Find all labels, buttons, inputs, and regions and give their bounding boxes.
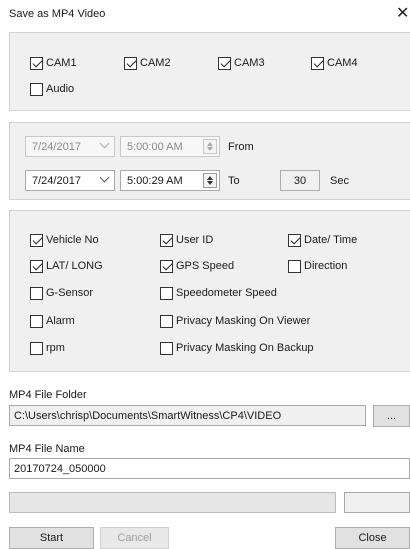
audio-label: Audio	[46, 83, 75, 95]
vehicle-no-label: Vehicle No	[46, 234, 99, 246]
checkbox-box[interactable]	[30, 82, 43, 96]
cam4-label: CAM4	[327, 57, 358, 69]
spinner-arrows-icon[interactable]	[203, 139, 217, 154]
gps-speed-label: GPS Speed	[176, 260, 235, 272]
gps-speed-checkbox[interactable]: GPS Speed	[160, 258, 234, 274]
checkbox-box[interactable]	[30, 286, 43, 300]
checkbox-box[interactable]	[124, 56, 137, 70]
g-sensor-label: G-Sensor	[46, 287, 94, 299]
checkbox-box[interactable]	[288, 259, 301, 273]
privacy-backup-checkbox[interactable]: Privacy Masking On Backup	[160, 340, 314, 356]
cancel-button[interactable]: Cancel	[100, 527, 169, 549]
direction-label: Direction	[304, 260, 348, 272]
status-box	[344, 492, 410, 513]
speedometer-speed-checkbox[interactable]: Speedometer Speed	[160, 285, 277, 301]
checkbox-box[interactable]	[288, 233, 301, 247]
checkbox-box[interactable]	[160, 286, 173, 300]
checkbox-box[interactable]	[160, 233, 173, 247]
vehicle-no-checkbox[interactable]: Vehicle No	[30, 232, 99, 248]
window-title: Save as MP4 Video	[9, 8, 106, 20]
cam3-label: CAM3	[234, 57, 265, 69]
from-time-value: 5:00:00 AM	[127, 140, 183, 153]
cam4-checkbox[interactable]: CAM4	[311, 55, 358, 71]
checkbox-box[interactable]	[218, 56, 231, 70]
progress-bar	[9, 492, 336, 513]
from-label: From	[228, 141, 254, 153]
checkbox-box[interactable]	[160, 341, 173, 355]
speedometer-speed-label: Speedometer Speed	[176, 287, 277, 299]
direction-checkbox[interactable]: Direction	[288, 258, 347, 274]
time-range-panel: 7/24/2017 5:00:00 AM From 7/24/2017 5:00…	[9, 122, 410, 200]
channel-panel: CAM1 CAM2 CAM3 CAM4 Audio	[9, 32, 410, 111]
duration-unit: Sec	[330, 175, 349, 187]
cam1-checkbox[interactable]: CAM1	[30, 55, 77, 71]
from-date-picker[interactable]: 7/24/2017	[25, 136, 115, 157]
privacy-backup-label: Privacy Masking On Backup	[176, 342, 314, 354]
checkbox-box[interactable]	[30, 314, 43, 328]
browse-button[interactable]: ...	[373, 405, 410, 427]
cam2-label: CAM2	[140, 57, 171, 69]
audio-checkbox[interactable]: Audio	[30, 81, 74, 97]
checkbox-box[interactable]	[30, 56, 43, 70]
user-id-checkbox[interactable]: User ID	[160, 232, 213, 248]
to-label: To	[228, 175, 240, 187]
chevron-down-icon[interactable]	[99, 138, 110, 149]
from-time-spinner[interactable]: 5:00:00 AM	[120, 136, 220, 157]
alarm-checkbox[interactable]: Alarm	[30, 313, 75, 329]
lat-long-label: LAT/ LONG	[46, 260, 103, 272]
file-name-input[interactable]: 20170724_050000	[9, 458, 410, 479]
checkbox-box[interactable]	[160, 259, 173, 273]
title-bar: Save as MP4 Video ✕	[0, 0, 410, 28]
to-date-value: 7/24/2017	[32, 174, 81, 187]
checkbox-box[interactable]	[160, 314, 173, 328]
close-button[interactable]: Close	[335, 527, 410, 549]
checkbox-box[interactable]	[30, 341, 43, 355]
folder-path-field[interactable]: C:\Users\chrisp\Documents\SmartWitness\C…	[9, 405, 366, 426]
lat-long-checkbox[interactable]: LAT/ LONG	[30, 258, 103, 274]
spinner-arrows-icon[interactable]	[203, 173, 217, 188]
rpm-checkbox[interactable]: rpm	[30, 340, 65, 356]
to-time-spinner[interactable]: 5:00:29 AM	[120, 170, 220, 191]
close-icon[interactable]: ✕	[396, 3, 409, 23]
g-sensor-checkbox[interactable]: G-Sensor	[30, 285, 93, 301]
checkbox-box[interactable]	[311, 56, 324, 70]
start-button[interactable]: Start	[9, 527, 94, 549]
to-date-picker[interactable]: 7/24/2017	[25, 170, 115, 191]
user-id-label: User ID	[176, 234, 214, 246]
cam2-checkbox[interactable]: CAM2	[124, 55, 171, 71]
cam3-checkbox[interactable]: CAM3	[218, 55, 265, 71]
rpm-label: rpm	[46, 342, 65, 354]
folder-label: MP4 File Folder	[9, 389, 87, 401]
date-time-label: Date/ Time	[304, 234, 358, 246]
chevron-down-icon[interactable]	[99, 172, 110, 183]
duration-value: 30	[280, 170, 320, 191]
to-time-value: 5:00:29 AM	[127, 174, 183, 187]
file-name-label: MP4 File Name	[9, 443, 85, 455]
date-time-checkbox[interactable]: Date/ Time	[288, 232, 357, 248]
checkbox-box[interactable]	[30, 259, 43, 273]
overlay-options-panel: Vehicle No User ID Date/ Time LAT/ LONG …	[9, 210, 410, 372]
from-date-value: 7/24/2017	[32, 140, 81, 153]
cam1-label: CAM1	[46, 57, 77, 69]
privacy-viewer-label: Privacy Masking On Viewer	[176, 315, 311, 327]
alarm-label: Alarm	[46, 315, 75, 327]
privacy-viewer-checkbox[interactable]: Privacy Masking On Viewer	[160, 313, 310, 329]
checkbox-box[interactable]	[30, 233, 43, 247]
